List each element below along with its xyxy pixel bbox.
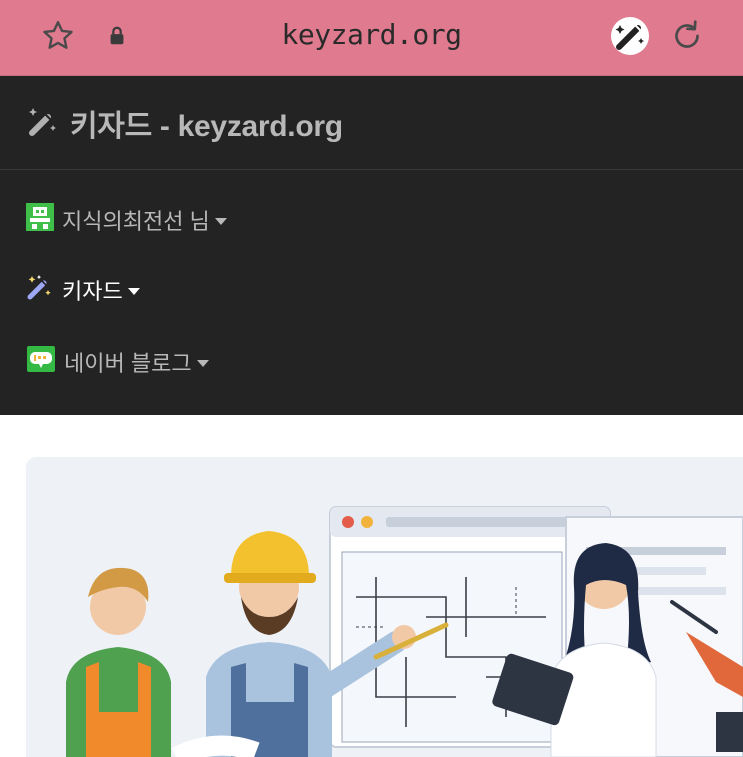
menu-item-naver-blog[interactable]: 네이버 블로그 — [26, 342, 209, 382]
site-title[interactable]: 키자드 - keyzard.org — [70, 101, 343, 145]
chevron-down-icon — [127, 287, 140, 295]
magic-wand-icon — [26, 104, 60, 142]
browser-toolbar: keyzard.org — [0, 0, 743, 76]
hero-illustration[interactable] — [26, 457, 743, 757]
menu-item-user[interactable]: 지식의최전선 님 — [26, 200, 227, 240]
menu-item-label: 지식의최전선 님 — [62, 209, 210, 234]
menu-item-label: 네이버 블로그 — [64, 351, 192, 376]
magic-wand-icon[interactable] — [610, 16, 650, 56]
menu-item-keyzard[interactable]: 키자드 — [26, 270, 140, 310]
chevron-down-icon — [196, 359, 209, 367]
nav-menu: 지식의최전선 님 키자드 네이버 블로그 — [0, 170, 743, 415]
menu-item-label: 키자드 — [62, 279, 123, 304]
main-content — [0, 415, 743, 757]
site-header: 키자드 - keyzard.org — [0, 76, 743, 170]
blog-icon — [26, 344, 56, 380]
magic-wand-icon — [26, 273, 54, 307]
reload-icon[interactable] — [667, 16, 707, 56]
user-avatar-icon — [26, 203, 54, 237]
chevron-down-icon — [214, 217, 227, 225]
